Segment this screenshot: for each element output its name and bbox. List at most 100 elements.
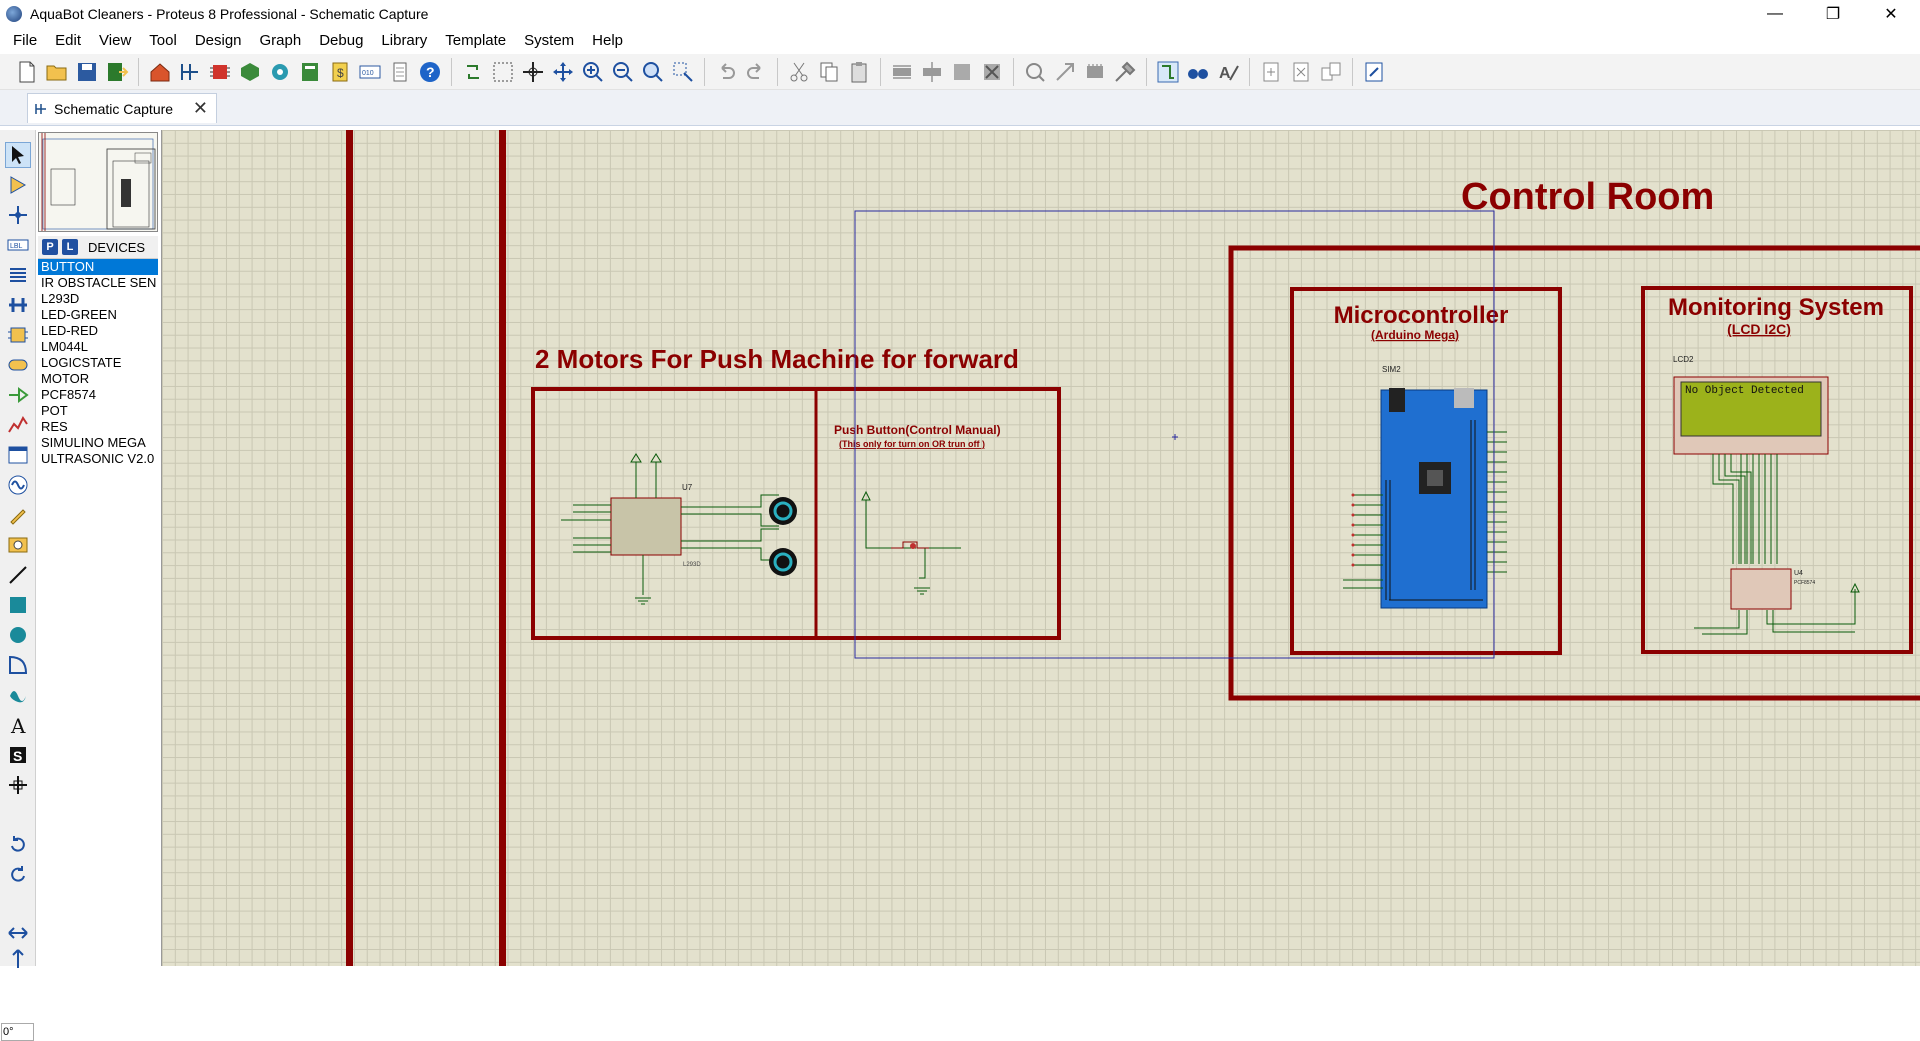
bill-of-materials-icon[interactable]: $ <box>325 57 355 87</box>
menu-view[interactable]: View <box>90 28 140 54</box>
new-file-icon[interactable] <box>12 57 42 87</box>
make-device-icon[interactable] <box>1050 57 1080 87</box>
voltage-probe-icon[interactable] <box>5 502 31 528</box>
remove-sheet-icon[interactable] <box>1286 57 1316 87</box>
new-sheet-icon[interactable] <box>1256 57 1286 87</box>
list-item[interactable]: L293D <box>38 291 158 307</box>
list-item[interactable]: PCF8574 <box>38 387 158 403</box>
generator-icon[interactable] <box>5 472 31 498</box>
zoom-area-icon[interactable] <box>668 57 698 87</box>
overview-window[interactable] <box>38 132 158 232</box>
text-script-icon[interactable] <box>5 262 31 288</box>
subcircuit-icon[interactable] <box>5 322 31 348</box>
3d-view-icon[interactable] <box>235 57 265 87</box>
menu-debug[interactable]: Debug <box>310 28 372 54</box>
search-tag-icon[interactable] <box>1183 57 1213 87</box>
paste-icon[interactable] <box>844 57 874 87</box>
schematic-icon[interactable] <box>175 57 205 87</box>
block-rotate-icon[interactable] <box>947 57 977 87</box>
design-rule-icon[interactable] <box>1359 57 1389 87</box>
symbol-tool-icon[interactable]: S <box>5 742 31 768</box>
list-item[interactable]: LM044L <box>38 339 158 355</box>
marker-tool-icon[interactable] <box>5 772 31 798</box>
list-item[interactable]: LED-GREEN <box>38 307 158 323</box>
junction-dot-icon[interactable] <box>5 202 31 228</box>
menu-tool[interactable]: Tool <box>140 28 186 54</box>
source-code-icon[interactable]: 010 <box>355 57 385 87</box>
block-copy-icon[interactable] <box>887 57 917 87</box>
undo-icon[interactable] <box>711 57 741 87</box>
schematic-canvas[interactable]: Control Room Microcontroller (Arduino Me… <box>161 130 1920 966</box>
list-item[interactable]: POT <box>38 403 158 419</box>
list-item[interactable]: SIMULINO MEGA <box>38 435 158 451</box>
list-item[interactable]: RES <box>38 419 158 435</box>
list-item[interactable]: LOGICSTATE <box>38 355 158 371</box>
package-tool-icon[interactable] <box>1080 57 1110 87</box>
mirror-vertical-icon[interactable] <box>5 944 31 970</box>
menu-library[interactable]: Library <box>372 28 436 54</box>
help-icon[interactable]: ? <box>415 57 445 87</box>
wire-autorouter-icon[interactable] <box>1153 57 1183 87</box>
menu-help[interactable]: Help <box>583 28 632 54</box>
box-tool-icon[interactable] <box>5 592 31 618</box>
decompose-icon[interactable] <box>1110 57 1140 87</box>
rotate-anticlockwise-icon[interactable] <box>5 862 31 888</box>
save-icon[interactable] <box>72 57 102 87</box>
open-folder-icon[interactable] <box>42 57 72 87</box>
block-delete-icon[interactable] <box>977 57 1007 87</box>
origin-icon[interactable] <box>518 57 548 87</box>
terminals-icon[interactable] <box>5 352 31 378</box>
home-icon[interactable] <box>145 57 175 87</box>
menu-file[interactable]: File <box>4 28 46 54</box>
line-tool-icon[interactable] <box>5 562 31 588</box>
tab-schematic-capture[interactable]: Schematic Capture ✕ <box>27 93 217 123</box>
component-mode-icon[interactable] <box>5 172 31 198</box>
document-icon[interactable] <box>385 57 415 87</box>
tape-recorder-icon[interactable] <box>5 442 31 468</box>
block-move-icon[interactable] <box>917 57 947 87</box>
menu-system[interactable]: System <box>515 28 583 54</box>
pcb-icon[interactable] <box>205 57 235 87</box>
menu-edit[interactable]: Edit <box>46 28 90 54</box>
path-tool-icon[interactable] <box>5 682 31 708</box>
virtual-instruments-icon[interactable] <box>5 532 31 558</box>
rotate-clockwise-icon[interactable] <box>5 832 31 858</box>
menu-design[interactable]: Design <box>186 28 251 54</box>
close-window-button[interactable]: ✕ <box>1862 0 1920 28</box>
zoom-out-icon[interactable] <box>608 57 638 87</box>
arc-tool-icon[interactable] <box>5 652 31 678</box>
cut-icon[interactable] <box>784 57 814 87</box>
tab-close-icon[interactable]: ✕ <box>193 99 208 117</box>
rotation-angle-field[interactable]: 0° <box>1 1023 34 1041</box>
circle-tool-icon[interactable] <box>5 622 31 648</box>
buses-icon[interactable] <box>5 292 31 318</box>
pan-icon[interactable] <box>548 57 578 87</box>
library-manager-button[interactable]: L <box>62 239 78 255</box>
copy-icon[interactable] <box>814 57 844 87</box>
maximize-button[interactable]: ❐ <box>1804 0 1862 28</box>
list-item[interactable]: LED-RED <box>38 323 158 339</box>
mirror-horizontal-icon[interactable] <box>5 920 31 946</box>
grid-toggle-icon[interactable] <box>488 57 518 87</box>
refresh-icon[interactable] <box>458 57 488 87</box>
device-pins-icon[interactable] <box>5 382 31 408</box>
list-item[interactable]: BUTTON <box>38 259 158 275</box>
minimize-button[interactable]: — <box>1746 0 1804 28</box>
property-assignment-icon[interactable]: A <box>1213 57 1243 87</box>
list-item[interactable]: ULTRASONIC V2.0 <box>38 451 158 467</box>
graph-mode-icon[interactable] <box>5 412 31 438</box>
gerber-icon[interactable] <box>265 57 295 87</box>
list-item[interactable]: MOTOR <box>38 371 158 387</box>
design-explorer-icon[interactable] <box>295 57 325 87</box>
pick-device-icon[interactable] <box>1020 57 1050 87</box>
list-item[interactable]: IR OBSTACLE SEN <box>38 275 158 291</box>
exit-to-parent-icon[interactable] <box>1316 57 1346 87</box>
text-tool-icon[interactable]: A <box>5 712 31 738</box>
zoom-in-icon[interactable] <box>578 57 608 87</box>
redo-icon[interactable] <box>741 57 771 87</box>
pick-devices-button[interactable]: P <box>42 239 58 255</box>
selection-mode-icon[interactable] <box>5 142 31 168</box>
import-icon[interactable] <box>102 57 132 87</box>
menu-template[interactable]: Template <box>436 28 515 54</box>
menu-graph[interactable]: Graph <box>251 28 311 54</box>
